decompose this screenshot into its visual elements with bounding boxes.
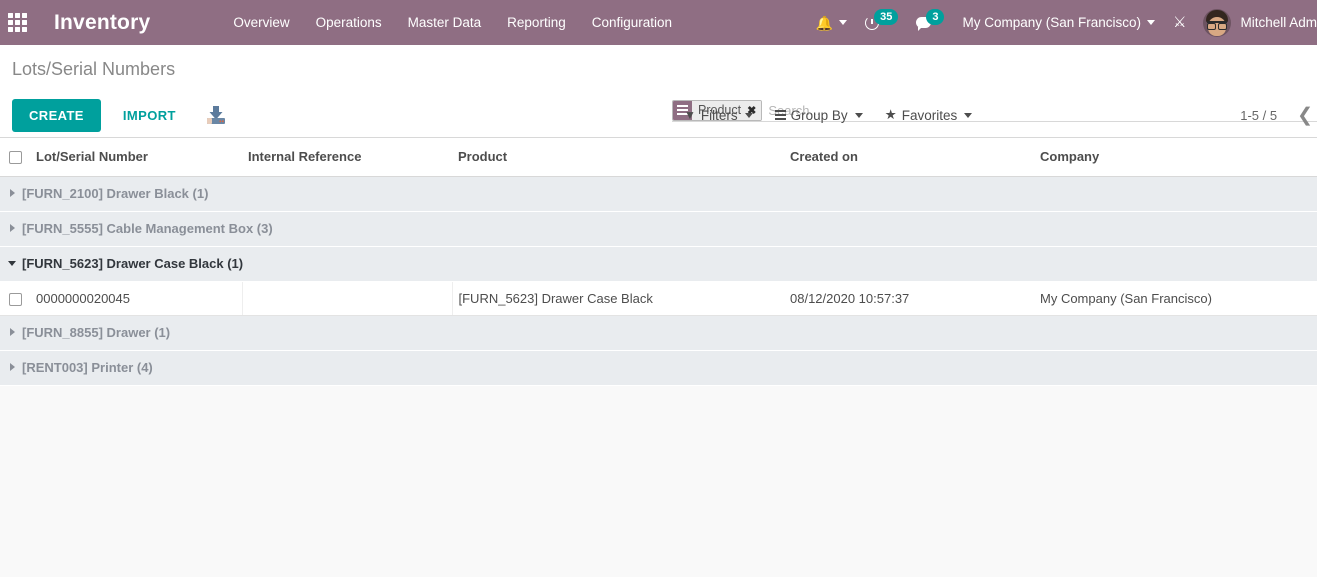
page-title: Lots/Serial Numbers (12, 59, 176, 79)
row-select-cell (0, 281, 30, 316)
group-row[interactable]: [RENT003] Printer (4) (0, 349, 1317, 386)
cell-company[interactable]: My Company (San Francisco) (1034, 281, 1317, 316)
nav-item-reporting[interactable]: Reporting (494, 0, 579, 45)
chevron-right-icon (10, 189, 15, 197)
create-button[interactable]: CREATE (12, 98, 101, 132)
column-header-company[interactable]: Company (1034, 138, 1317, 177)
filters-dropdown[interactable]: ▼ Filters (684, 108, 753, 123)
app-brand-inventory[interactable]: Inventory (54, 11, 150, 35)
table-body: [FURN_2100] Drawer Black (1) [FURN_5555]… (0, 175, 1317, 386)
star-icon: ★ (884, 107, 897, 122)
pager-range: 1-5 / 5 (1240, 107, 1278, 123)
group-row-label: [RENT003] Printer (4) (22, 360, 153, 376)
group-row[interactable]: [FURN_5555] Cable Management Box (3) (0, 210, 1317, 247)
group-row-cell[interactable]: [RENT003] Printer (4) (0, 349, 1317, 386)
tools-icon: ⚔ (1173, 14, 1187, 31)
bell-icon: 🔔 (815, 14, 834, 31)
row-checkbox[interactable] (9, 292, 22, 306)
pager: 1-5 / 5 ❮ (1240, 92, 1313, 138)
download-icon[interactable] (206, 105, 226, 125)
chevron-down-icon (744, 112, 753, 118)
developer-tools-button[interactable]: ⚔ (1164, 0, 1195, 45)
avatar (1203, 8, 1232, 37)
favorites-dropdown[interactable]: ★ Favorites (885, 107, 973, 123)
group-row-label: [FURN_8855] Drawer (1) (22, 325, 171, 341)
group-row-label: [FURN_2100] Drawer Black (1) (22, 186, 209, 201)
notifications-button[interactable]: 🔔 (807, 0, 856, 45)
import-button[interactable]: IMPORT (123, 108, 176, 123)
group-by-dropdown[interactable]: Group By (774, 107, 863, 123)
nav-item-operations[interactable]: Operations (303, 0, 395, 45)
nav-item-overview[interactable]: Overview (220, 0, 302, 45)
chevron-left-icon[interactable]: ❮ (1297, 106, 1313, 125)
group-row-cell[interactable]: [FURN_8855] Drawer (1) (0, 314, 1317, 351)
top-navbar: Inventory Overview Operations Master Dat… (0, 0, 1317, 45)
group-by-label: Group By (790, 107, 848, 123)
nav-item-configuration[interactable]: Configuration (579, 0, 685, 45)
cell-created-on[interactable]: 08/12/2020 10:57:37 (784, 281, 1034, 316)
cell-lot-serial-number[interactable]: 0000000020045 (30, 281, 243, 316)
select-all-header (0, 138, 30, 177)
activity-count-badge: 35 (874, 8, 899, 25)
group-row-label: [FURN_5555] Cable Management Box (3) (22, 221, 273, 236)
table-header: Lot/Serial Number Internal Reference Pro… (0, 138, 1317, 177)
company-name-label: My Company (San Francisco) (962, 15, 1142, 30)
chevron-right-icon (10, 363, 15, 372)
activities-button[interactable]: 35 (856, 0, 907, 45)
messages-button[interactable]: 3 (907, 0, 953, 45)
group-by-icon (774, 110, 786, 120)
column-header-product[interactable]: Product (452, 138, 784, 177)
apps-grid-icon (7, 13, 27, 32)
user-menu[interactable]: Mitchell Adm (1195, 0, 1317, 45)
funnel-icon: ▼ (684, 108, 696, 122)
column-header-lot[interactable]: Lot/Serial Number (30, 138, 242, 177)
group-row-cell[interactable]: [FURN_5555] Cable Management Box (3) (0, 210, 1317, 247)
favorites-label: Favorites (901, 107, 958, 123)
chevron-down-icon (854, 112, 863, 118)
cell-product[interactable]: [FURN_5623] Drawer Case Black (452, 281, 784, 316)
main-nav-menu: Overview Operations Master Data Reportin… (220, 0, 685, 45)
group-row[interactable]: [FURN_2100] Drawer Black (1) (0, 175, 1317, 212)
user-name-label: Mitchell Adm (1240, 15, 1317, 30)
group-row-label: [FURN_5623] Drawer Case Black (1) (22, 256, 244, 271)
nav-item-master-data[interactable]: Master Data (395, 0, 495, 45)
apps-menu-button[interactable] (0, 0, 34, 45)
column-header-created-on[interactable]: Created on (784, 138, 1034, 177)
chevron-down-icon (8, 261, 16, 266)
chevron-down-icon (1147, 20, 1156, 25)
chevron-down-icon (839, 20, 848, 25)
list-view: Lot/Serial Number Internal Reference Pro… (0, 138, 1317, 386)
filters-label: Filters (700, 107, 738, 123)
group-row-cell[interactable]: [FURN_2100] Drawer Black (1) (0, 175, 1317, 212)
group-row-cell[interactable]: [FURN_5623] Drawer Case Black (1) (0, 245, 1317, 282)
group-row-expanded[interactable]: [FURN_5623] Drawer Case Black (1) (0, 245, 1317, 282)
cell-internal-reference[interactable] (242, 281, 453, 316)
chevron-right-icon (10, 224, 15, 232)
empty-area (0, 385, 1317, 577)
column-header-internal-reference[interactable]: Internal Reference (242, 138, 452, 177)
lots-table: Lot/Serial Number Internal Reference Pro… (0, 138, 1317, 386)
control-panel-bottom: CREATE IMPORT ▼ Filters Group By ★ Favor… (0, 92, 1317, 138)
systray: 🔔 35 3 My Company (San Francisco) ⚔ Mitc… (807, 0, 1317, 45)
company-switcher[interactable]: My Company (San Francisco) (953, 0, 1164, 45)
table-row[interactable]: 0000000020045 [FURN_5623] Drawer Case Bl… (0, 281, 1317, 316)
select-all-checkbox[interactable] (9, 151, 22, 165)
chevron-right-icon (10, 328, 15, 337)
message-count-badge: 3 (926, 8, 945, 25)
control-panel: Lots/Serial Numbers Product ✖ CREATE IMP… (0, 45, 1317, 138)
control-panel-top: Lots/Serial Numbers (0, 45, 1317, 92)
table-header-row: Lot/Serial Number Internal Reference Pro… (0, 138, 1317, 177)
group-row[interactable]: [FURN_8855] Drawer (1) (0, 314, 1317, 351)
chevron-down-icon (964, 112, 973, 118)
filter-bar: ▼ Filters Group By ★ Favorites (684, 92, 973, 138)
